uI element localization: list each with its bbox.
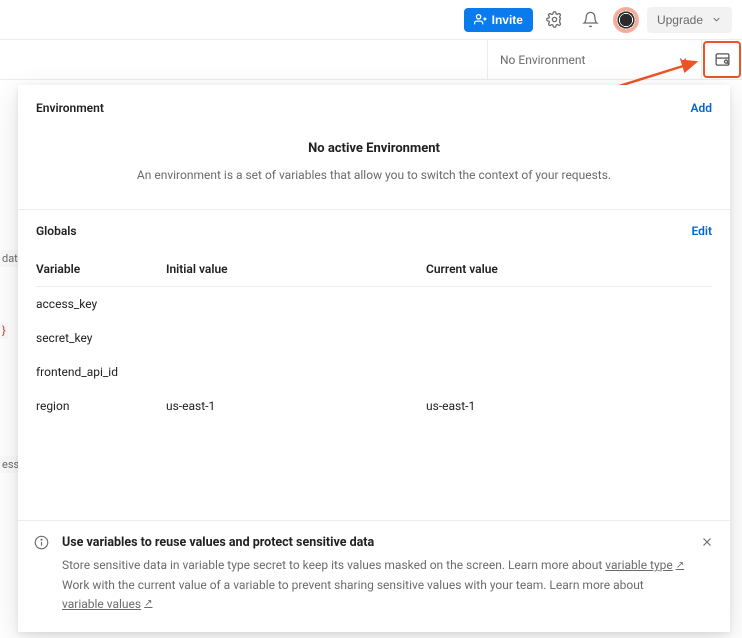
environment-quicklook-panel: Environment Add No active Environment An… <box>18 85 730 632</box>
globals-header-row: Variable Initial value Current value <box>36 252 712 287</box>
info-text: Store sensitive data in variable type se… <box>62 558 605 572</box>
upgrade-label: Upgrade <box>657 13 703 27</box>
table-row: access_key <box>36 287 712 321</box>
settings-button[interactable] <box>541 6 569 34</box>
var-name: secret_key <box>36 331 166 345</box>
var-name: frontend_api_id <box>36 365 166 379</box>
table-row: secret_key <box>36 321 712 355</box>
chevron-down-icon <box>677 54 689 66</box>
variable-values-link[interactable]: variable values↗ <box>62 595 153 614</box>
var-current <box>426 331 712 345</box>
globals-section: Globals Edit Variable Initial value Curr… <box>18 210 730 520</box>
external-link-icon: ↗ <box>676 558 684 574</box>
no-environment-description: An environment is a set of variables tha… <box>36 166 712 191</box>
environment-row: No Environment <box>0 40 742 80</box>
external-link-icon: ↗ <box>144 596 152 612</box>
environment-section: Environment Add No active Environment An… <box>18 85 730 209</box>
no-environment-title: No active Environment <box>36 141 712 156</box>
var-current <box>426 365 712 379</box>
close-icon <box>700 535 714 549</box>
var-name: region <box>36 399 166 413</box>
info-close-button[interactable] <box>692 535 714 614</box>
add-environment-button[interactable]: Add <box>690 101 712 115</box>
info-content: Use variables to reuse values and protec… <box>62 535 686 614</box>
chevron-down-icon <box>711 14 722 25</box>
info-title: Use variables to reuse values and protec… <box>62 535 686 550</box>
invite-label: Invite <box>492 13 523 27</box>
spacer <box>0 40 488 79</box>
invite-button[interactable]: Invite <box>464 8 533 32</box>
globals-table: Variable Initial value Current value acc… <box>36 252 712 423</box>
gear-icon <box>546 11 563 28</box>
var-current: us-east-1 <box>426 399 712 413</box>
environment-selected-label: No Environment <box>500 53 585 67</box>
environment-quicklook-wrap <box>702 40 742 79</box>
upgrade-button[interactable]: Upgrade <box>647 7 732 33</box>
info-icon <box>34 535 56 614</box>
topbar: Invite Upgrade <box>0 0 742 40</box>
user-plus-icon <box>474 13 487 26</box>
var-initial <box>166 297 426 311</box>
environment-dropdown[interactable]: No Environment <box>488 40 702 79</box>
notifications-button[interactable] <box>577 6 605 34</box>
bg-text: } <box>0 322 8 339</box>
col-initial: Initial value <box>166 262 426 276</box>
bell-icon <box>582 11 599 28</box>
environment-section-title: Environment <box>36 101 104 115</box>
var-initial <box>166 365 426 379</box>
table-row: frontend_api_id <box>36 355 712 389</box>
var-name: access_key <box>36 297 166 311</box>
variable-type-link[interactable]: variable type↗ <box>605 556 684 575</box>
var-initial <box>166 331 426 345</box>
edit-globals-button[interactable]: Edit <box>691 224 712 238</box>
environment-quicklook-icon <box>714 51 731 68</box>
avatar[interactable] <box>613 7 639 33</box>
globals-section-title: Globals <box>36 224 77 238</box>
info-banner: Use variables to reuse values and protec… <box>18 520 730 632</box>
col-current: Current value <box>426 262 712 276</box>
col-variable: Variable <box>36 262 166 276</box>
table-row: region us-east-1 us-east-1 <box>36 389 712 423</box>
environment-quicklook-button[interactable] <box>708 46 736 74</box>
var-initial: us-east-1 <box>166 399 426 413</box>
info-text: Work with the current value of a variabl… <box>62 578 644 592</box>
var-current <box>426 297 712 311</box>
